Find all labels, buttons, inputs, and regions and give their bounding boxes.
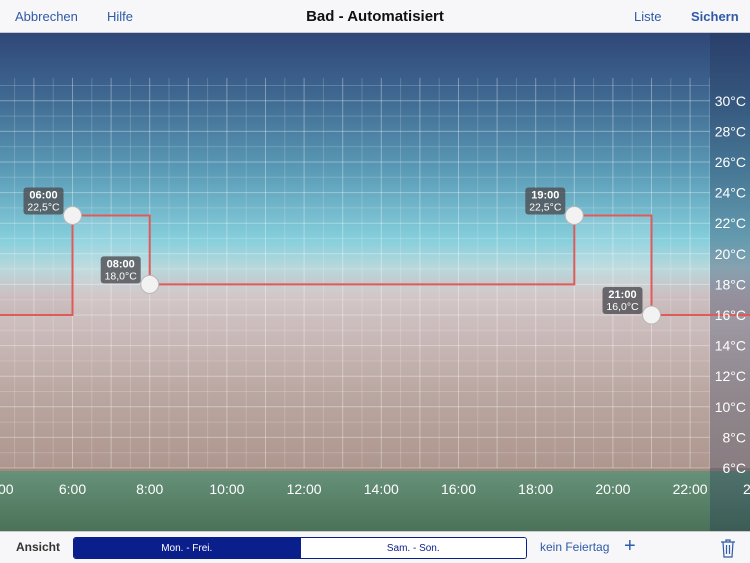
point-handle[interactable] <box>63 206 82 226</box>
time-axis-band <box>0 471 750 531</box>
point-handle[interactable] <box>140 274 160 294</box>
trash-icon[interactable] <box>720 538 736 558</box>
x-tick-label: 20:00 <box>595 481 630 497</box>
bottom-toolbar: Ansicht Mon. - Frei. Sam. - Son. kein Fe… <box>0 531 750 563</box>
x-tick-label: 16:00 <box>441 481 476 497</box>
x-tick-label: 8:00 <box>136 481 163 497</box>
x-tick-label: 22:00 <box>673 481 708 497</box>
day-range-selector: Mon. - Frei. Sam. - Son. <box>73 537 527 559</box>
point-value-label: 22,5°C <box>529 202 562 214</box>
y-tick-label: 14°C <box>715 338 746 354</box>
y-tick-label: 6°C <box>723 460 747 476</box>
y-tick-label: 10°C <box>715 399 746 415</box>
point-value-label: 22,5°C <box>27 202 60 214</box>
x-tick-label: 6:00 <box>59 481 86 497</box>
add-icon[interactable]: + <box>624 535 636 557</box>
y-tick-label: 8°C <box>723 429 747 445</box>
y-tick-label: 22°C <box>715 215 746 231</box>
x-tick-label: 2 <box>743 481 750 497</box>
y-tick-label: 20°C <box>715 246 746 262</box>
y-tick-label: 18°C <box>715 276 746 292</box>
x-tick-label: 00 <box>0 481 14 497</box>
x-tick-label: 12:00 <box>287 481 322 497</box>
segment-weekdays[interactable]: Mon. - Frei. <box>74 538 300 558</box>
y-tick-label: 12°C <box>715 368 746 384</box>
cancel-button[interactable]: Abbrechen <box>15 9 78 24</box>
point-value-label: 16,0°C <box>606 301 639 313</box>
x-tick-label: 14:00 <box>364 481 399 497</box>
point-time-label: 19:00 <box>531 190 559 202</box>
x-tick-label: 18:00 <box>518 481 553 497</box>
temperature-schedule-chart[interactable]: 30°C 28°C 26°C 24°C 22°C 20°C 18°C 16°C 14°C 12°C… <box>0 33 750 531</box>
point-handle[interactable] <box>564 206 584 226</box>
y-tick-label: 28°C <box>715 123 746 139</box>
point-value-label: 18,0°C <box>105 270 138 282</box>
point-time-label: 21:00 <box>608 289 636 301</box>
list-button[interactable]: Liste <box>634 9 661 24</box>
y-tick-label: 26°C <box>715 154 746 170</box>
navigation-bar: Abbrechen Hilfe Bad - Automatisiert List… <box>0 0 750 33</box>
point-handle[interactable] <box>642 305 661 325</box>
holiday-selector[interactable]: kein Feiertag <box>540 540 609 554</box>
point-time-label: 08:00 <box>107 258 135 270</box>
y-tick-label: 30°C <box>715 93 746 109</box>
segment-weekend[interactable]: Sam. - Son. <box>299 538 526 558</box>
help-button[interactable]: Hilfe <box>107 9 133 24</box>
y-tick-label: 16°C <box>715 307 746 323</box>
view-label: Ansicht <box>16 540 61 554</box>
save-button[interactable]: Sichern <box>691 9 739 24</box>
y-tick-label: 24°C <box>715 185 746 201</box>
x-tick-label: 10:00 <box>209 481 244 497</box>
point-time-label: 06:00 <box>29 190 57 202</box>
